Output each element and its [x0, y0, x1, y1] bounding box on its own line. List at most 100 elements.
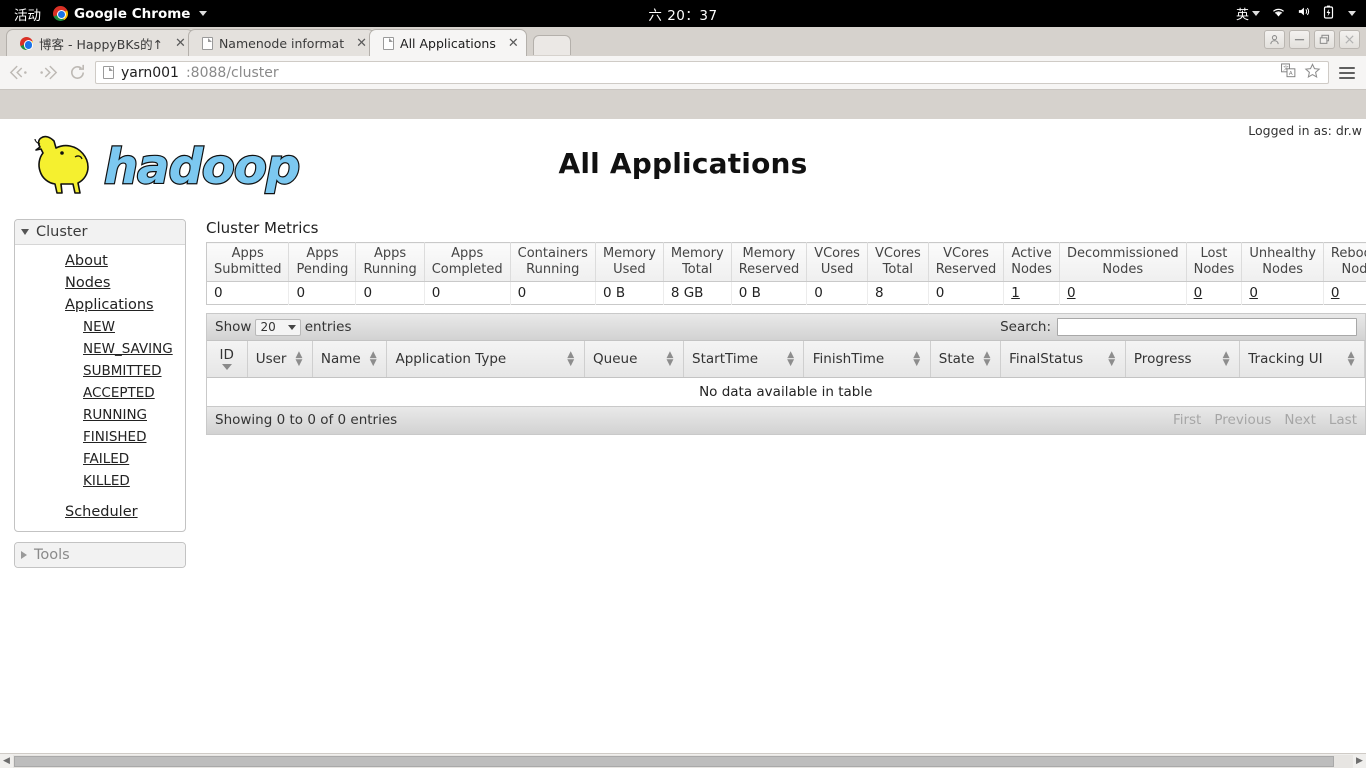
system-clock[interactable]: 六 20：37	[583, 4, 783, 24]
scrollbar-track[interactable]	[13, 754, 1353, 768]
chevron-down-icon	[1252, 11, 1260, 16]
sort-desc-icon	[221, 363, 232, 370]
maximize-button[interactable]	[1314, 30, 1335, 49]
minimize-button[interactable]	[1289, 30, 1310, 49]
close-button[interactable]	[1339, 30, 1360, 49]
column-header-name[interactable]: Name ▲ ▼	[312, 341, 387, 378]
main-content: Cluster Metrics Apps Submitted Apps Pendin…	[206, 219, 1366, 435]
metric-value-rebooted-nodes[interactable]: 0	[1331, 285, 1340, 301]
sidebar-item-applications[interactable]: Applications	[15, 294, 185, 316]
cluster-metrics-title: Cluster Metrics	[206, 219, 319, 237]
triangle-right-icon	[21, 551, 27, 559]
column-header-starttime[interactable]: StartTime ▲ ▼	[683, 341, 805, 378]
column-header-progress[interactable]: Progress ▲ ▼	[1125, 341, 1240, 378]
svg-text:hadoop: hadoop	[104, 139, 299, 195]
column-header-id[interactable]: ID	[207, 341, 248, 378]
applications-header-row: ID User ▲ ▼ Name ▲ ▼ Application Type ▲ ▼ Queu…	[207, 341, 1366, 378]
omnibox-actions: 文A	[1281, 62, 1321, 83]
page-favicon-icon	[201, 36, 213, 50]
translate-icon[interactable]: 文A	[1281, 63, 1296, 82]
volume-icon[interactable]	[1297, 5, 1312, 22]
scroll-left-arrow-icon[interactable]: ◀	[0, 756, 13, 766]
address-bar[interactable]: yarn001:8088/cluster 文A	[95, 61, 1329, 84]
browser-tab-namenode[interactable]: Namenode informat ✕	[187, 29, 376, 56]
metric-value-vcores-reserved: 0	[928, 281, 1005, 305]
column-header-finishtime[interactable]: FinishTime ▲ ▼	[803, 341, 931, 378]
entries-label: entries	[304, 319, 352, 335]
chrome-icon	[53, 6, 68, 21]
bookmark-star-icon[interactable]	[1304, 62, 1321, 83]
column-header-user[interactable]: User ▲ ▼	[247, 341, 313, 378]
column-header-queue[interactable]: Queue ▲ ▼	[584, 341, 684, 378]
metric-header-unhealthy-nodes: Unhealthy Nodes	[1241, 242, 1324, 282]
close-tab-icon[interactable]: ✕	[169, 37, 186, 50]
sidebar-item-about[interactable]: About	[15, 250, 185, 272]
browser-tab-blog[interactable]: 博客 - HappyBKs的↑ ✕	[6, 29, 194, 56]
sidebar-cluster-header[interactable]: Cluster	[15, 220, 185, 245]
column-header-application-type[interactable]: Application Type ▲ ▼	[386, 341, 585, 378]
battery-icon[interactable]	[1323, 5, 1334, 23]
sidebar-cluster-label: Cluster	[36, 224, 88, 240]
input-method-indicator[interactable]: 英	[1236, 4, 1260, 23]
pagination-first[interactable]: First	[1173, 412, 1201, 428]
sidebar-tools-label: Tools	[34, 547, 70, 563]
sidebar-item-nodes[interactable]: Nodes	[15, 272, 185, 294]
close-tab-icon[interactable]: ✕	[350, 37, 367, 50]
sidebar-item-new-saving[interactable]: NEW_SAVING	[15, 338, 185, 360]
sidebar-item-submitted[interactable]: SUBMITTED	[15, 360, 185, 382]
tab-title: Namenode informat	[218, 35, 345, 51]
sidebar-tools-block: Tools	[14, 542, 186, 568]
close-tab-icon[interactable]: ✕	[502, 37, 519, 50]
wifi-icon[interactable]	[1271, 5, 1286, 22]
sidebar-item-new[interactable]: NEW	[15, 316, 185, 338]
forward-icon[interactable]	[37, 62, 59, 84]
pagination-next[interactable]: Next	[1284, 412, 1315, 428]
metric-header-memory-total: Memory Total	[663, 242, 732, 282]
chevron-down-icon[interactable]	[1348, 11, 1356, 16]
page-info-icon[interactable]	[103, 66, 114, 79]
sidebar-item-killed[interactable]: KILLED	[15, 470, 185, 492]
new-tab-button[interactable]	[532, 35, 571, 55]
metric-value-decommissioned-nodes[interactable]: 0	[1067, 285, 1076, 301]
metric-value-vcores-used: 0	[806, 281, 868, 305]
horizontal-scrollbar[interactable]: ◀ ▶	[0, 753, 1366, 768]
metric-header-rebooted-nodes: RebootedNodes	[1323, 242, 1366, 282]
column-header-finalstatus[interactable]: FinalStatus ▲ ▼	[1000, 341, 1126, 378]
metric-value-lost-nodes[interactable]: 0	[1194, 285, 1203, 301]
metric-value-unhealthy-nodes[interactable]: 0	[1249, 285, 1258, 301]
metric-header-vcores-reserved: VCores Reserved	[928, 242, 1005, 282]
app-menu-chrome[interactable]: Google Chrome	[53, 6, 208, 22]
sidebar-item-finished[interactable]: FINISHED	[15, 426, 185, 448]
entries-per-page-select[interactable]: 20	[255, 318, 301, 336]
scrollbar-thumb[interactable]	[14, 755, 1334, 767]
sidebar-item-running[interactable]: RUNNING	[15, 404, 185, 426]
pagination-last[interactable]: Last	[1329, 412, 1357, 428]
column-header-tracking-ui[interactable]: Tracking UI ▲ ▼	[1239, 341, 1366, 378]
reload-icon[interactable]	[66, 62, 88, 84]
metric-value-vcores-total: 8	[867, 281, 929, 305]
scroll-right-arrow-icon[interactable]: ▶	[1353, 756, 1366, 766]
pagination-previous[interactable]: Previous	[1214, 412, 1271, 428]
hamburger-menu-icon[interactable]	[1336, 66, 1358, 79]
metric-value-active-nodes[interactable]: 1	[1011, 285, 1020, 301]
chevron-down-icon	[199, 11, 208, 16]
sidebar: Cluster About Nodes Applications NEW NEW…	[14, 219, 186, 578]
metric-header-memory-used: Memory Used	[595, 242, 664, 282]
sort-icon: ▲ ▼	[369, 349, 377, 368]
sidebar-item-accepted[interactable]: ACCEPTED	[15, 382, 185, 404]
cluster-metrics-table: Apps Submitted Apps Pending Apps Running Ap…	[206, 242, 1366, 305]
browser-tab-all-applications[interactable]: All Applications ✕	[369, 29, 527, 56]
search-input[interactable]	[1057, 318, 1357, 336]
activities-button[interactable]: 活动	[0, 4, 53, 24]
hadoop-logo[interactable]: hadoop	[18, 127, 318, 199]
sidebar-item-failed[interactable]: FAILED	[15, 448, 185, 470]
sidebar-tools-header[interactable]: Tools	[15, 543, 185, 567]
column-header-state[interactable]: State ▲ ▼	[930, 341, 1001, 378]
logged-in-status: Logged in as: dr.w	[1248, 123, 1362, 138]
user-profile-icon[interactable]	[1264, 30, 1285, 49]
sort-icon: ▲ ▼	[1222, 349, 1230, 368]
back-icon[interactable]	[8, 62, 30, 84]
sidebar-item-scheduler[interactable]: Scheduler	[15, 501, 185, 523]
metric-value-apps-submitted: 0	[206, 281, 290, 305]
metric-header-vcores-used: VCores Used	[806, 242, 868, 282]
